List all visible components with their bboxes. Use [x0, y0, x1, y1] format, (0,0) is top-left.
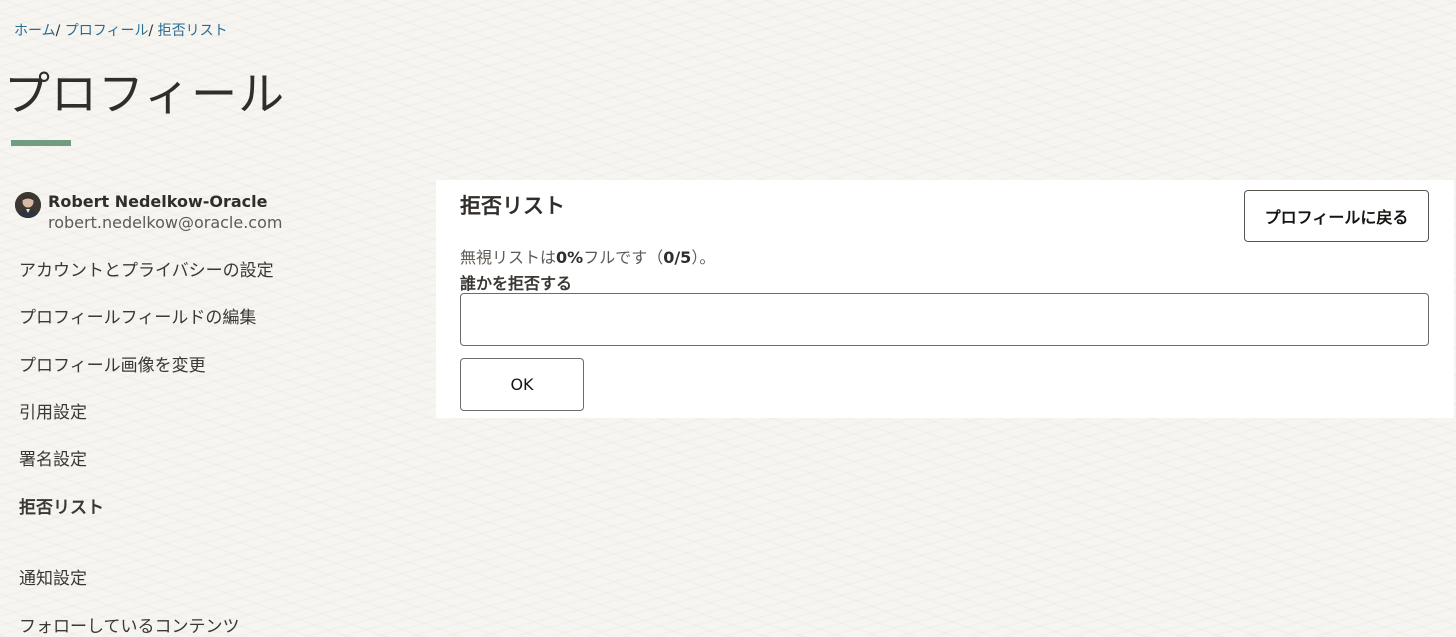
user-name[interactable]: Robert Nedelkow-Oracle [48, 192, 268, 211]
sidebar-item-edit-profile-fields[interactable]: プロフィールフィールドの編集 [19, 303, 256, 328]
sidebar-item-change-profile-image[interactable]: プロフィール画像を変更 [19, 351, 206, 376]
avatar-image [15, 192, 41, 218]
breadcrumb-separator: / [55, 23, 61, 39]
status-count: 0/5 [663, 248, 692, 267]
sidebar-item-account-privacy[interactable]: アカウントとプライバシーの設定 [19, 256, 274, 281]
status-percent: 0% [556, 248, 584, 267]
breadcrumb-current[interactable]: 拒否リスト [158, 23, 228, 39]
title-underline [11, 140, 71, 146]
sidebar-item-notification-settings[interactable]: 通知設定 [19, 564, 87, 589]
block-user-input[interactable] [460, 293, 1429, 346]
status-middle: フルです（ [583, 248, 664, 267]
user-email: robert.nedelkow@oracle.com [48, 213, 283, 232]
sidebar-item-quote-settings[interactable]: 引用設定 [19, 398, 87, 423]
sidebar-item-signature-settings[interactable]: 署名設定 [19, 445, 87, 470]
avatar[interactable] [15, 192, 41, 218]
status-suffix: ）。 [691, 248, 716, 267]
breadcrumb: ホーム/ プロフィール/ 拒否リスト [14, 20, 228, 40]
block-user-label: 誰かを拒否する [460, 274, 573, 293]
back-to-profile-button[interactable]: プロフィールに戻る [1244, 190, 1429, 242]
sidebar-item-followed-content[interactable]: フォローしているコンテンツ [19, 612, 240, 637]
breadcrumb-separator: / [148, 23, 154, 39]
sidebar-item-block-list[interactable]: 拒否リスト [19, 493, 104, 518]
user-block: Robert Nedelkow-Oracle robert.nedelkow@o… [15, 190, 415, 236]
breadcrumb-profile-link[interactable]: プロフィール [65, 23, 149, 39]
card-title: 拒否リスト [460, 194, 565, 218]
page-title: プロフィール [4, 67, 286, 121]
ok-button[interactable]: OK [460, 358, 584, 411]
ignore-list-status: 無視リストは0%フルです（0/5）。 [460, 244, 715, 268]
status-prefix: 無視リストは [460, 248, 557, 267]
breadcrumb-home-link[interactable]: ホーム [14, 23, 56, 39]
block-list-card: 拒否リスト プロフィールに戻る 無視リストは0%フルです（0/5）。 誰かを拒否… [436, 180, 1454, 418]
